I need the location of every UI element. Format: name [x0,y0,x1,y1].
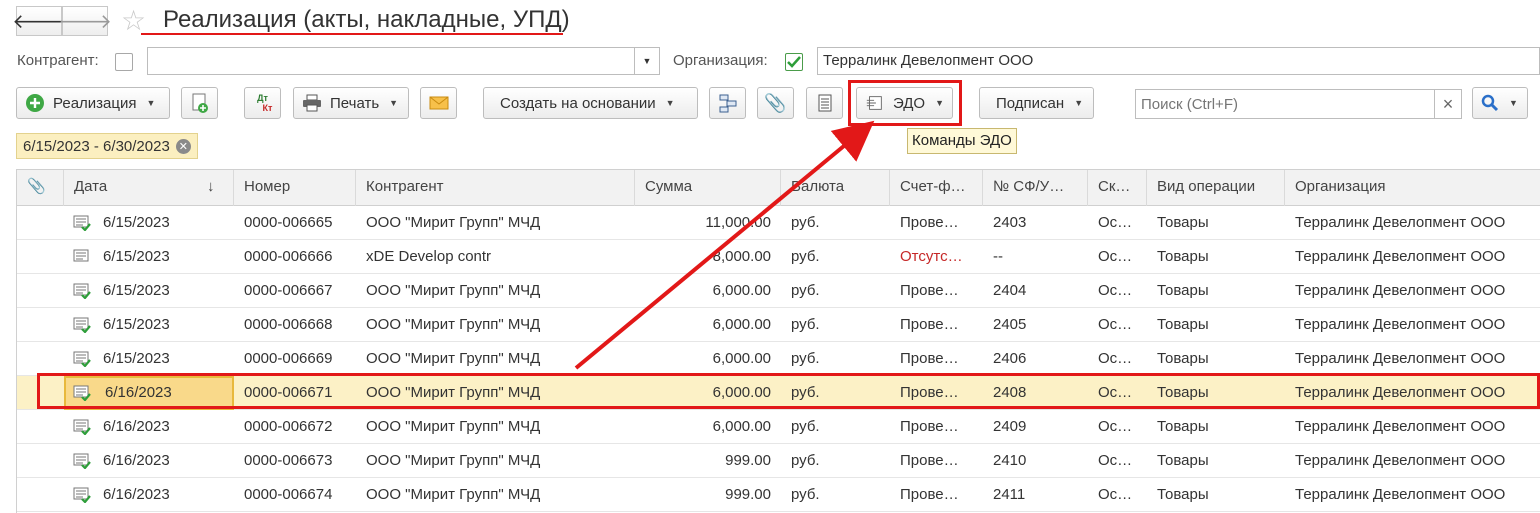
arrow-line [574,120,875,370]
annotation-arrow [574,120,875,370]
